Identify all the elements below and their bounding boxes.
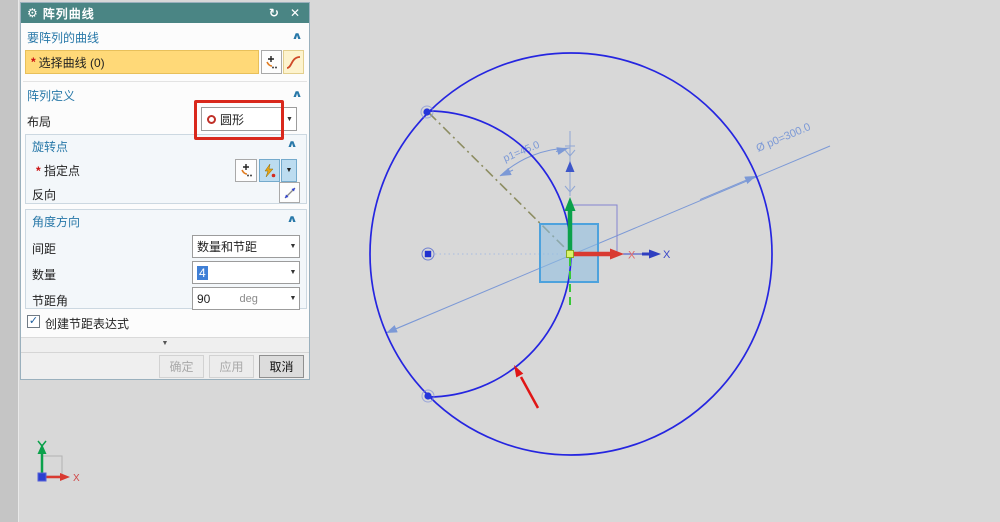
circular-layout-icon: [207, 114, 216, 124]
cancel-button[interactable]: 取消: [259, 355, 304, 378]
chevron-down-icon[interactable]: ▼: [287, 288, 299, 309]
diameter-dimension[interactable]: Ø p0=300.0: [385, 121, 831, 334]
diameter-dim-label[interactable]: Ø p0=300.0: [754, 121, 812, 155]
point-constructor-icon: [240, 164, 252, 177]
rotation-point-group: 旋转点 ∧ * 指定点 ▼ 反向: [25, 134, 307, 204]
curve-icon: [286, 55, 301, 69]
reverse-label: 反向: [32, 188, 57, 202]
layout-value: 圆形: [220, 112, 245, 127]
layout-dropdown[interactable]: 圆形 ▼: [201, 107, 297, 131]
dialog-title: 阵列曲线: [42, 6, 95, 21]
angle-direction-group: 角度方向 ∧ 间距 数量和节距 ▼ 数量 4 ▼ 节距角 90 deg ▼: [25, 209, 307, 310]
point-dialog-button[interactable]: [261, 50, 282, 74]
chevron-down-icon: ▼: [285, 167, 293, 174]
section-divider: [23, 81, 307, 82]
definition-collapse-chevron-icon[interactable]: ∧: [291, 89, 302, 100]
layout-label: 布局: [27, 115, 52, 129]
show-more-button[interactable]: ▼: [21, 340, 309, 347]
arc-endpoint-top[interactable]: [420, 105, 434, 119]
reset-icon[interactable]: ↻: [266, 6, 282, 20]
blue-arrow-icon: [649, 249, 661, 259]
angle-dimension[interactable]: p1=45.0: [499, 131, 576, 196]
select-curve-field[interactable]: * 选择曲线 (0): [25, 50, 259, 74]
axis-direction-arrow-icon[interactable]: [565, 161, 575, 172]
rotation-collapse-chevron-icon[interactable]: ∧: [286, 139, 297, 150]
definition-section-header: 阵列定义: [27, 89, 76, 103]
dialog-titlebar[interactable]: ⚙ 阵列曲线 ↻ ✕: [21, 3, 309, 23]
arc-endpoint-bottom[interactable]: [421, 389, 435, 403]
triad-x-label: X: [73, 473, 80, 484]
rotation-section-header: 旋转点: [32, 140, 69, 154]
spacing-value: 数量和节距: [197, 240, 258, 254]
angle-collapse-chevron-icon[interactable]: ∧: [286, 214, 297, 225]
spacing-dropdown[interactable]: 数量和节距 ▼: [192, 235, 300, 258]
chevron-down-icon[interactable]: ▼: [287, 262, 299, 283]
curves-section-header: 要阵列的曲线: [27, 31, 100, 45]
point-type-dropdown[interactable]: ▼: [281, 159, 297, 182]
origin-handle[interactable]: [566, 250, 574, 258]
rotation-point-marker[interactable]: [421, 247, 435, 261]
count-input[interactable]: 4 ▼: [192, 261, 300, 284]
count-label: 数量: [32, 268, 57, 282]
specify-point-label: * 指定点: [36, 164, 81, 178]
pattern-curve-dialog: ⚙ 阵列曲线 ↻ ✕ 要阵列的曲线 ∧ * 选择曲线 (0) 阵列定义 ∧ 布局…: [20, 2, 310, 380]
window-edge-strip: [0, 0, 19, 522]
pitch-unit-label: deg: [239, 292, 258, 305]
curve-rule-button[interactable]: [283, 50, 304, 74]
red-x-axis-label[interactable]: X: [628, 250, 636, 262]
ok-button[interactable]: 确定: [159, 355, 204, 378]
view-triad: X: [37, 440, 80, 484]
reverse-direction-icon: [284, 187, 295, 198]
chevron-down-icon[interactable]: ▼: [282, 108, 296, 130]
point-constructor-icon: [266, 55, 277, 68]
reverse-direction-button[interactable]: [279, 182, 300, 203]
pitch-angle-label: 节距角: [32, 294, 69, 308]
pitch-angle-input[interactable]: 90 deg ▼: [192, 287, 300, 310]
required-asterisk: *: [31, 55, 36, 69]
lightning-icon: [264, 163, 276, 177]
dialog-footer: ▼ 确定 应用 取消: [21, 337, 309, 379]
point-dialog-button-2[interactable]: [235, 159, 257, 182]
annotation-arrow: [514, 365, 540, 409]
footer-divider: [21, 352, 309, 353]
close-icon[interactable]: ✕: [287, 6, 303, 20]
check-icon: ✓: [28, 315, 39, 327]
pitch-expression-checkbox[interactable]: ✓: [27, 315, 40, 328]
count-value: 4: [197, 265, 208, 280]
chevron-down-icon[interactable]: ▼: [287, 236, 299, 257]
gear-icon: ⚙: [27, 6, 38, 20]
pitch-angle-value: 90: [197, 291, 211, 306]
apply-button[interactable]: 应用: [209, 355, 254, 378]
pitch-expression-label: 创建节距表达式: [45, 317, 130, 331]
angle-section-header: 角度方向: [32, 215, 81, 229]
spacing-label: 间距: [32, 242, 57, 256]
inferred-point-button[interactable]: [259, 159, 280, 182]
blue-x-axis-label[interactable]: X: [663, 249, 671, 261]
curves-collapse-chevron-icon[interactable]: ∧: [291, 31, 302, 42]
select-curve-label: 选择曲线 (0): [38, 55, 105, 70]
